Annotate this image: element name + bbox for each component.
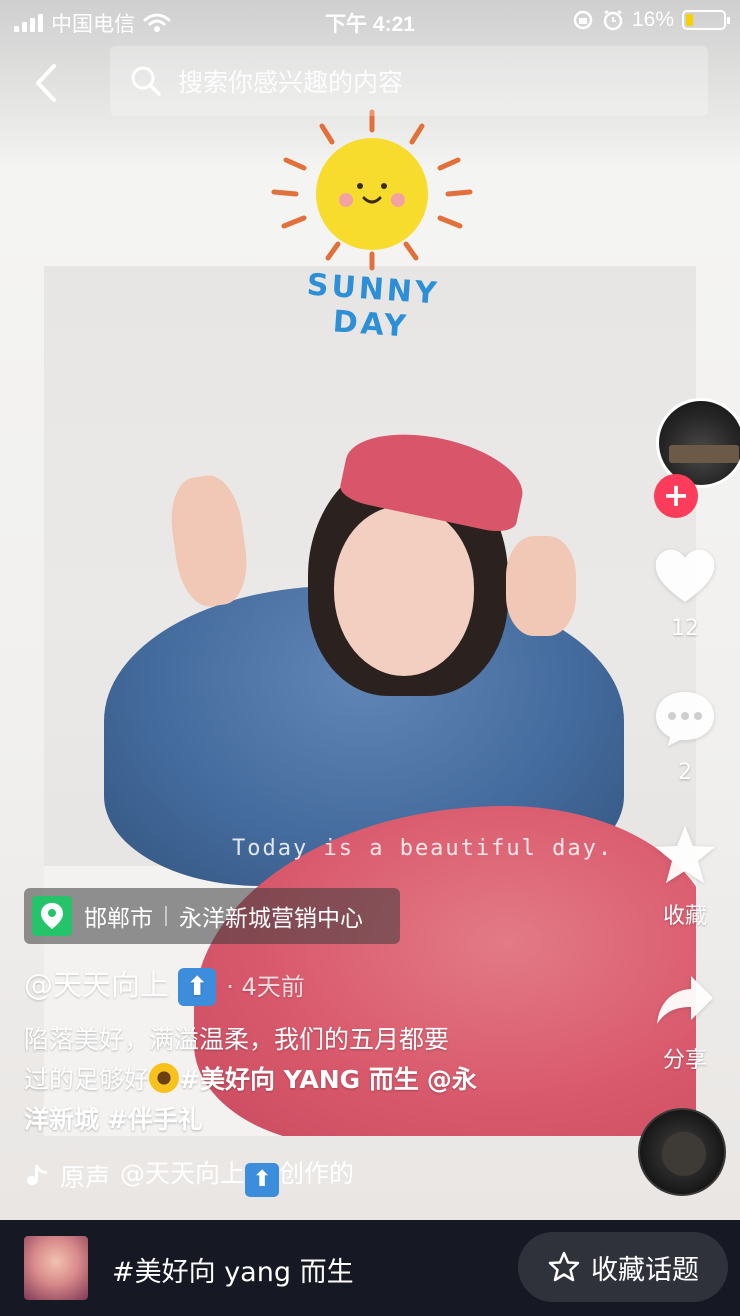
author-line: @天天向上 ⬆ · 4天前	[24, 962, 305, 1006]
chevron-left-icon[interactable]	[24, 58, 68, 108]
status-bar: 中国电信 下午 4:21 16%	[0, 0, 740, 40]
up-arrow-icon: ⬆	[245, 1163, 280, 1197]
post-caption: 陷落美好，满溢温柔，我们的五月都要 过的足够好 #美好向 YANG 而生 @永 洋…	[24, 1020, 584, 1140]
photo-face	[334, 506, 474, 676]
music-info[interactable]: 原声 @天天向上 ⬆ 创作的	[24, 1154, 404, 1197]
share-button[interactable]: 分享	[630, 972, 740, 1074]
heart-icon	[655, 549, 715, 602]
like-count: 12	[671, 616, 699, 641]
mention-link-cont[interactable]: 洋新城	[24, 1105, 99, 1134]
star-icon	[655, 826, 715, 883]
favorite-topic-label: 收藏话题	[591, 1254, 699, 1286]
photo-hand-cap	[506, 536, 576, 636]
location-place: 永洋新城营销中心	[179, 906, 363, 932]
topic-thumbnail[interactable]	[24, 1236, 88, 1300]
location-pin-icon	[32, 896, 72, 936]
topic-name[interactable]: #美好向 yang 而生	[112, 1250, 354, 1289]
mention-link[interactable]: @永	[427, 1065, 477, 1094]
like-button[interactable]: 12	[630, 546, 740, 641]
action-rail: + 12 2 收藏 分享	[630, 0, 740, 1220]
caption-line-1: 陷落美好，满溢温柔，我们的五月都要	[24, 1025, 450, 1054]
favorite-topic-button[interactable]: 收藏话题	[518, 1232, 728, 1302]
up-arrow-icon: ⬆	[178, 968, 217, 1006]
location-city: 邯郸市	[84, 906, 153, 932]
music-disc[interactable]	[638, 1108, 726, 1196]
video-overlay-text: Today is a beautiful day.	[232, 836, 614, 861]
star-outline-icon	[548, 1251, 580, 1282]
alarm-icon	[603, 9, 623, 31]
music-prefix: 原声	[60, 1162, 111, 1192]
comment-button[interactable]: 2	[630, 688, 740, 785]
hashtag-link[interactable]: #美好向 YANG 而生	[179, 1065, 419, 1094]
music-disc-cover	[662, 1132, 706, 1176]
caption-line-2: 过的足够好 #美好向 YANG 而生 @永	[24, 1063, 477, 1094]
photo-hand-peace-sign	[165, 471, 253, 611]
topic-bar: #美好向 yang 而生 收藏话题	[0, 1220, 740, 1316]
location-chip[interactable]: 邯郸市 永洋新城营销中心	[24, 888, 400, 944]
favorite-label: 收藏	[662, 904, 707, 929]
music-note-icon	[27, 1164, 47, 1185]
comment-count: 2	[678, 760, 692, 785]
share-arrow-icon	[657, 976, 713, 1024]
music-author: @天天向上 ⬆ 创作的	[120, 1154, 354, 1197]
search-input[interactable]: 搜索你感兴趣的内容	[110, 46, 708, 116]
share-label: 分享	[662, 1048, 707, 1073]
author-name[interactable]: @天天向上 ⬆	[24, 962, 217, 1006]
sunflower-icon	[149, 1063, 180, 1093]
follow-button[interactable]: +	[654, 474, 698, 518]
search-icon	[131, 66, 161, 96]
hashtag-link[interactable]: #伴手礼	[107, 1105, 203, 1134]
favorite-button[interactable]: 收藏	[630, 824, 740, 930]
search-placeholder: 搜索你感兴趣的内容	[178, 68, 404, 97]
comment-icon	[656, 692, 714, 746]
caption-line-3: 洋新城 #伴手礼	[24, 1100, 584, 1140]
post-time: · 4天前	[226, 972, 305, 1001]
orientation-lock-icon	[573, 10, 593, 30]
location-separator	[165, 906, 167, 926]
